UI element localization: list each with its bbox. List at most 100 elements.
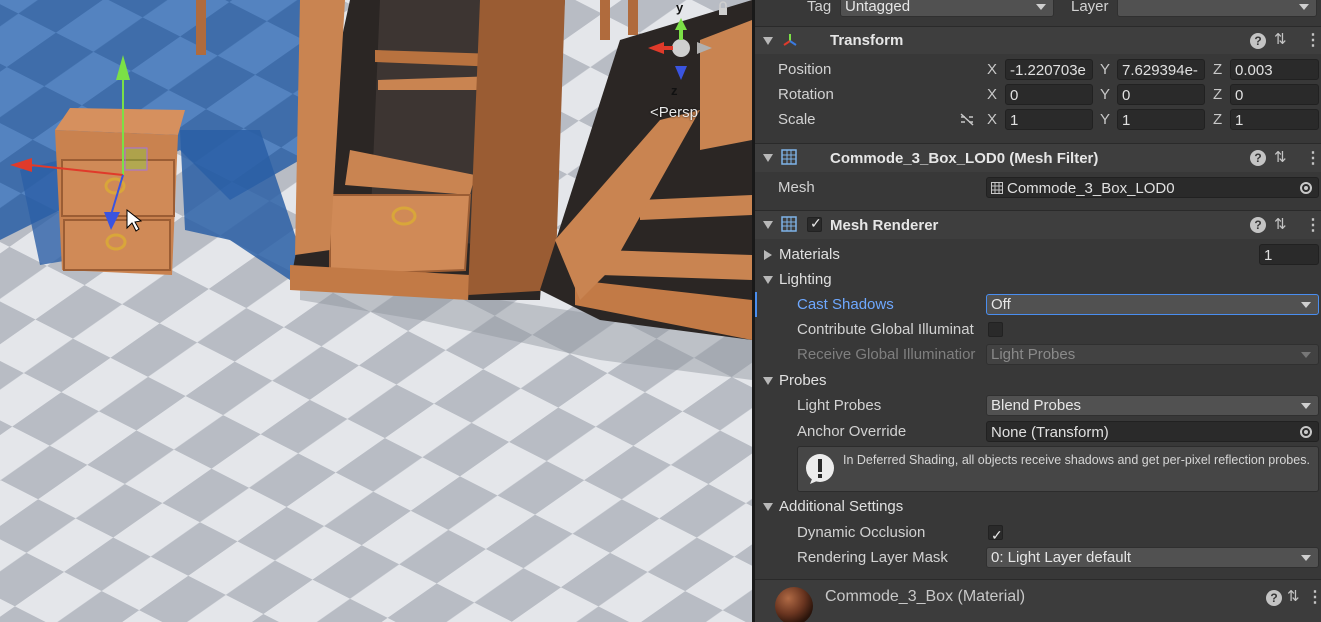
- foldout-arrow-icon[interactable]: [764, 250, 772, 260]
- axis-y-label[interactable]: Y: [1100, 82, 1110, 107]
- help-icon[interactable]: ?: [1266, 590, 1282, 606]
- scale-y-field[interactable]: 1: [1117, 109, 1205, 130]
- mesh-filter-icon: [781, 149, 797, 165]
- axis-y-label[interactable]: Y: [1100, 57, 1110, 82]
- mesh-filter-title: Commode_3_Box_LOD0 (Mesh Filter): [830, 150, 1099, 167]
- rendering-layer-mask-dropdown[interactable]: 0: Light Layer default: [986, 547, 1319, 568]
- materials-label: Materials: [779, 246, 840, 263]
- scene-view[interactable]: y z <Persp: [0, 0, 752, 622]
- persp-toggle[interactable]: <Persp: [650, 104, 698, 121]
- material-sphere-icon: [775, 587, 813, 622]
- anchor-override-label: Anchor Override: [797, 423, 907, 440]
- scene-render: [0, 0, 752, 622]
- help-icon[interactable]: ?: [1250, 33, 1266, 49]
- gizmo-z-label[interactable]: z: [671, 83, 678, 98]
- lighting-label: Lighting: [779, 271, 832, 288]
- transform-header[interactable]: Transform ? ⇅ ⋮: [755, 26, 1321, 54]
- gizmo-y-label[interactable]: y: [676, 0, 683, 15]
- tag-dropdown[interactable]: Untagged: [840, 0, 1054, 17]
- rotation-x-field[interactable]: 0: [1005, 84, 1093, 105]
- mesh-renderer-enabled-checkbox[interactable]: ✓: [807, 215, 822, 232]
- kebab-menu-icon[interactable]: ⋮: [1305, 148, 1321, 168]
- material-header[interactable]: Commode_3_Box (Material) ? ⇅ ⋮: [755, 579, 1321, 622]
- axis-x-label[interactable]: X: [987, 57, 997, 82]
- object-picker-icon[interactable]: [1300, 182, 1312, 194]
- anchor-override-row: Anchor Override None (Transform): [755, 419, 1321, 444]
- light-probes-dropdown[interactable]: Blend Probes: [986, 395, 1319, 416]
- axis-x-label[interactable]: X: [987, 82, 997, 107]
- receive-gi-dropdown[interactable]: Light Probes: [986, 344, 1319, 365]
- mesh-object-field[interactable]: Commode_3_Box_LOD0: [986, 177, 1319, 198]
- chevron-down-icon: [1299, 4, 1309, 10]
- mesh-renderer-icon: [781, 216, 797, 232]
- scale-x-field[interactable]: 1: [1005, 109, 1093, 130]
- kebab-menu-icon[interactable]: ⋮: [1305, 215, 1321, 235]
- additional-settings-row[interactable]: Additional Settings: [755, 494, 1321, 519]
- axis-z-label[interactable]: Z: [1213, 82, 1222, 107]
- position-x-field[interactable]: -1.220703e: [1005, 59, 1093, 80]
- mesh-renderer-header[interactable]: ✓ Mesh Renderer ? ⇅ ⋮: [755, 210, 1321, 239]
- foldout-arrow-icon[interactable]: [763, 221, 773, 229]
- presets-icon[interactable]: ⇅: [1274, 148, 1287, 166]
- foldout-arrow-icon[interactable]: [763, 503, 773, 511]
- help-icon[interactable]: ?: [1250, 150, 1266, 166]
- chevron-down-icon: [1301, 403, 1311, 409]
- axis-z-label[interactable]: Z: [1213, 107, 1222, 132]
- position-z-field[interactable]: 0.003: [1230, 59, 1319, 80]
- axis-y-label[interactable]: Y: [1100, 107, 1110, 132]
- probes-row[interactable]: Probes: [755, 368, 1321, 393]
- presets-icon[interactable]: ⇅: [1274, 215, 1287, 233]
- object-picker-icon[interactable]: [1300, 426, 1312, 438]
- cast-shadows-label: Cast Shadows: [797, 296, 894, 313]
- rotation-row: Rotation X 0 Y 0 Z 0: [755, 82, 1321, 107]
- check-icon: ✓: [810, 215, 822, 231]
- info-icon: [806, 454, 834, 484]
- materials-row[interactable]: Materials 1: [755, 242, 1321, 267]
- contribute-gi-label: Contribute Global Illuminat: [797, 321, 974, 338]
- light-probes-value: Blend Probes: [991, 397, 1082, 414]
- tag-value: Untagged: [845, 0, 911, 15]
- rotation-z-field[interactable]: 0: [1230, 84, 1319, 105]
- foldout-arrow-icon[interactable]: [763, 377, 773, 385]
- receive-gi-value: Light Probes: [991, 346, 1076, 363]
- chevron-down-icon: [1301, 352, 1311, 358]
- position-y-field[interactable]: 7.629394e-: [1117, 59, 1205, 80]
- foldout-arrow-icon[interactable]: [763, 37, 773, 45]
- materials-count-field[interactable]: 1: [1259, 244, 1319, 265]
- receive-gi-label: Receive Global Illuminatior: [797, 346, 976, 363]
- help-icon[interactable]: ?: [1250, 217, 1266, 233]
- dynamic-occlusion-checkbox[interactable]: ✓: [988, 525, 1003, 543]
- info-box: In Deferred Shading, all objects receive…: [797, 446, 1319, 492]
- mesh-value: Commode_3_Box_LOD0: [1007, 180, 1175, 197]
- mesh-filter-header[interactable]: Commode_3_Box_LOD0 (Mesh Filter) ? ⇅ ⋮: [755, 143, 1321, 172]
- probes-label: Probes: [779, 372, 827, 389]
- rendering-layer-mask-row: Rendering Layer Mask 0: Light Layer defa…: [755, 545, 1321, 570]
- axis-x-label[interactable]: X: [987, 107, 997, 132]
- info-text: In Deferred Shading, all objects receive…: [843, 453, 1310, 467]
- position-row: Position X -1.220703e Y 7.629394e- Z 0.0…: [755, 57, 1321, 82]
- foldout-arrow-icon[interactable]: [763, 154, 773, 162]
- scale-z-field[interactable]: 1: [1230, 109, 1319, 130]
- position-label: Position: [778, 61, 832, 78]
- focus-indicator: [755, 292, 757, 317]
- rendering-layer-mask-value: 0: Light Layer default: [991, 549, 1132, 566]
- transform-title: Transform: [830, 32, 904, 49]
- unlink-scale-icon[interactable]: [959, 113, 975, 126]
- layer-dropdown[interactable]: [1117, 0, 1317, 17]
- anchor-override-field[interactable]: None (Transform): [986, 421, 1319, 442]
- contribute-gi-checkbox[interactable]: [988, 322, 1003, 337]
- rotation-y-field[interactable]: 0: [1117, 84, 1205, 105]
- dynamic-occlusion-label: Dynamic Occlusion: [797, 524, 926, 541]
- presets-icon[interactable]: ⇅: [1274, 30, 1287, 48]
- rotation-label: Rotation: [778, 86, 834, 103]
- chevron-down-icon: [1301, 555, 1311, 561]
- lighting-row[interactable]: Lighting: [755, 267, 1321, 292]
- foldout-arrow-icon[interactable]: [763, 276, 773, 284]
- layer-label: Layer: [1071, 0, 1109, 15]
- cast-shadows-dropdown[interactable]: Off: [986, 294, 1319, 315]
- axis-z-label[interactable]: Z: [1213, 57, 1222, 82]
- kebab-menu-icon[interactable]: ⋮: [1305, 30, 1321, 50]
- kebab-menu-icon[interactable]: ⋮: [1307, 587, 1321, 607]
- presets-icon[interactable]: ⇅: [1287, 587, 1300, 605]
- receive-gi-row: Receive Global Illuminatior Light Probes: [755, 342, 1321, 367]
